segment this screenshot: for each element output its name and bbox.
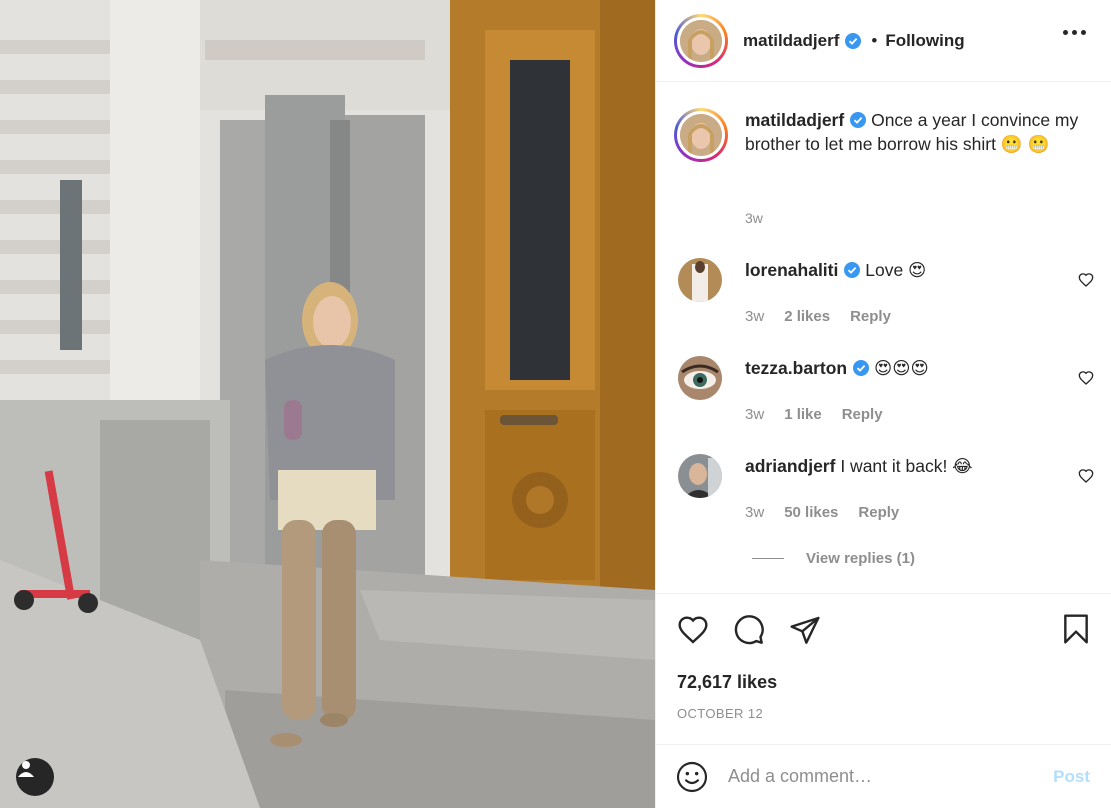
comment-icon[interactable] [732,614,766,646]
comment-time[interactable]: 3w [745,308,764,325]
share-icon[interactable] [788,614,822,646]
post-date[interactable]: OCTOBER 12 [677,706,763,721]
comment-time[interactable]: 3w [745,406,764,423]
verified-badge-icon [844,262,861,278]
commenter-avatar[interactable] [678,356,722,400]
user-tag-icon[interactable] [16,758,54,796]
verified-badge-icon [853,360,870,376]
reply-button[interactable]: Reply [842,406,883,423]
author-avatar[interactable] [674,13,728,68]
likes-count[interactable]: 72,617 likes [677,672,777,693]
post-comment-button[interactable]: Post [1053,767,1090,787]
comment-text: I want it back! 😂 [840,456,973,476]
emoji-icon[interactable] [676,761,708,793]
view-replies-button[interactable]: View replies (1) [752,550,915,567]
comment-input[interactable]: Add a comment… [728,766,1028,787]
comment-username[interactable]: adriandjerf [745,456,835,476]
reply-button[interactable]: Reply [858,504,899,521]
add-comment-bar: Add a comment… Post [656,744,1111,808]
author-username[interactable]: matildadjerf [743,31,839,51]
commenter-avatar[interactable] [678,258,722,302]
post-side-panel: matildadjerf • Following matildadjerf On… [655,0,1111,808]
heart-icon[interactable] [676,614,710,646]
comment-likes[interactable]: 2 likes [784,308,830,325]
caption-username[interactable]: matildadjerf [745,110,844,130]
comment-like-heart-icon[interactable] [1078,272,1094,288]
comment-username[interactable]: lorenahaliti [745,260,838,280]
caption-timestamp[interactable]: 3w [745,210,763,226]
comment-item: adriandjerf I want it back! 😂 3w 50 like… [678,454,1098,521]
view-replies-label: View replies (1) [806,550,915,567]
view-replies-divider [752,558,784,559]
comment-username[interactable]: tezza.barton [745,358,847,378]
more-icon[interactable] [1063,30,1086,35]
verified-badge-icon [845,32,862,49]
post-caption: matildadjerf Once a year I convince my b… [674,108,1094,162]
caption-author-avatar[interactable] [674,108,728,162]
comment-time[interactable]: 3w [745,504,764,521]
comment-item: lorenahaliti Love 😍 3w 2 likes Reply [678,258,1098,325]
verified-badge-icon [850,112,867,128]
following-button[interactable]: Following [885,31,964,51]
comment-like-heart-icon[interactable] [1078,468,1094,484]
photo-illustration [0,0,655,808]
separator-dot: • [871,30,878,50]
bookmark-icon[interactable] [1060,612,1092,646]
comment-text: 😍😍😍 [873,358,929,378]
comment-likes[interactable]: 50 likes [784,504,838,521]
post-photo[interactable] [0,0,655,808]
comment-like-heart-icon[interactable] [1078,370,1094,386]
comment-text: Love 😍 [865,260,927,280]
reply-button[interactable]: Reply [850,308,891,325]
comment-likes[interactable]: 1 like [784,406,822,423]
comments-thread[interactable]: matildadjerf Once a year I convince my b… [656,82,1111,594]
commenter-avatar[interactable] [678,454,722,498]
comment-item: tezza.barton 😍😍😍 3w 1 like Reply [678,356,1098,423]
post-header: matildadjerf • Following [656,0,1111,82]
